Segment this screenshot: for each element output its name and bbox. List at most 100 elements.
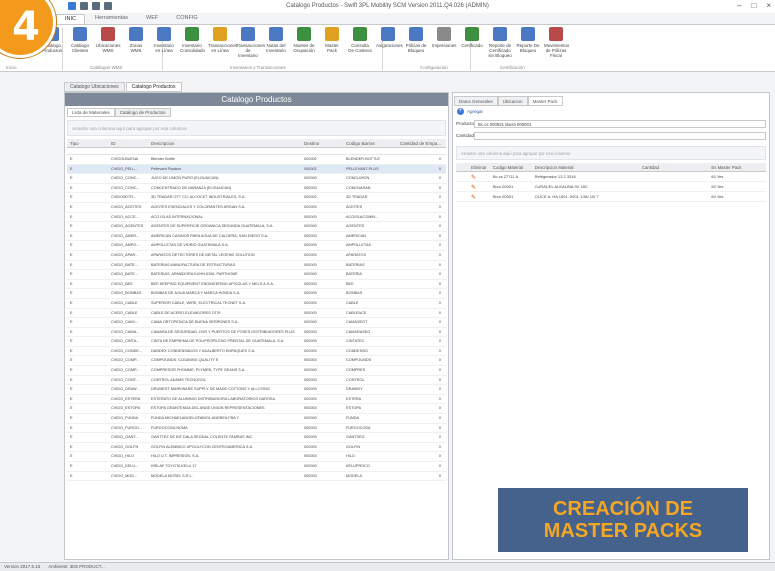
column-header-cantidad[interactable]: Cantidad de Empa...: [389, 139, 444, 147]
table-row[interactable]: E CVIDO_PELL... Pellevant Plusbox 000002 PEL…: [67, 164, 446, 175]
group-by-hint[interactable]: Arrastre una columna aquí para agrupar p…: [67, 120, 446, 136]
table-row[interactable]: E CVIDO_GOLFN GOLFIN ALEMBICO UPGOLYCON CE…: [67, 443, 446, 453]
table-row[interactable]: E CVIDO_DRAW... DRUMEST MARKWARE SUPPLY DE…: [67, 385, 446, 395]
table-row[interactable]: E CVIDO_ACCE... ACO ISLAS INTERNACIONAL 000…: [67, 213, 446, 223]
ribbon-button[interactable]: Reporte de Certificado sin Bloqueo: [488, 27, 512, 63]
grid-filter-row[interactable]: [67, 148, 446, 155]
edit-pencil-icon[interactable]: ✎: [468, 182, 490, 191]
ribbon-button[interactable]: Pólizas de Bloqueo: [404, 27, 428, 63]
table-row[interactable]: E CVIDO_CONDE... DANDEX CONDENSADOS Y ADAL…: [67, 347, 446, 357]
ribbon-button[interactable]: Transacciones de Inventario: [236, 27, 265, 63]
edit-pencil-icon[interactable]: ✎: [468, 192, 490, 201]
table-row[interactable]: E CVIDO_CONT... CONTROL ADAMS TECNOGOL 0000…: [67, 376, 446, 386]
table-row[interactable]: E CVIDO_HILO HILO U.T. IMPRESION, S.A. 0000…: [67, 452, 446, 462]
doc-tab-catalogo-productos[interactable]: Catalogo Productos: [125, 82, 182, 92]
column-header-destino[interactable]: Destino: [301, 139, 343, 147]
table-row[interactable]: E CVIDO_CABLE CABLE DE ACERO ELEVADORES OT…: [67, 309, 446, 319]
ribbon-tab-config[interactable]: CONFIG: [168, 14, 205, 24]
column-header-codigo-material[interactable]: Codigo Material: [490, 163, 532, 171]
minimize-button[interactable]: –: [737, 1, 741, 10]
ribbon-button[interactable]: Inventario en Línea: [152, 27, 176, 63]
table-row[interactable]: E CVIDO_CAMA... CAMARA DE SEGURIDAD, DVR Y…: [67, 328, 446, 338]
ribbon-button[interactable]: Consulta De Costeos: [348, 27, 372, 63]
producto-select[interactable]: Bc.cs 000921 Barra 000001: [474, 119, 766, 128]
table-row[interactable]: E CVIDO_CINTA... CINTA DE EMPREMA DE POLIP…: [67, 337, 446, 347]
ribbon-button[interactable]: Zonas WMS: [124, 27, 148, 63]
table-row[interactable]: E CVIDO_AMER... AMERICAN CASINOS PARA AGUA…: [67, 232, 446, 242]
tab-ubicacion[interactable]: Ubicacion: [497, 96, 528, 106]
column-header-descripcion[interactable]: Descripcion: [148, 139, 301, 147]
table-cell-cod: DRAWDY: [346, 387, 363, 392]
table-row[interactable]: E CVIDO_AGENTES AGENTES DE SUPERFICIE ORGA…: [67, 222, 446, 232]
table-row[interactable]: E CVIDO_ESTOPA ESTOPA GRANTENDA DEL ANDE U…: [67, 404, 446, 415]
ribbon-button[interactable]: Asignaciones: [376, 27, 403, 63]
column-header-descripcion-material[interactable]: Descripcion Material: [532, 163, 639, 171]
table-row[interactable]: E CVIDO_ACEITES ACEITES ESENCIALES Y COLOR…: [67, 203, 446, 213]
cantidad-input[interactable]: [474, 131, 766, 140]
tab-lista-materiales[interactable]: Lista de Materiales: [67, 108, 115, 117]
table-row[interactable]: E CVIDO_KELU... KRILAF TOYOTA KELU 17 00000…: [67, 462, 446, 472]
column-header-codigo-barras[interactable]: Codigo Barras: [343, 139, 389, 147]
table-row[interactable]: E CVIDO_BEE BEE KEEPING EQUIPMENT ENGINEER…: [67, 280, 446, 290]
table-row[interactable]: E CVIDO_MOD... MODELA MOSEL S.R.L. 000003 MO…: [67, 472, 446, 482]
table-cell-cod: GOLFIN: [346, 444, 361, 449]
table-row[interactable]: E CVIDO_FURGO... FURGOCOSA NOMA 000003 FURGO…: [67, 424, 446, 434]
table-cell-id: CVIDO_FURGO...: [111, 425, 143, 430]
close-button[interactable]: ×: [766, 1, 771, 10]
table-cell-cod: HILO: [346, 454, 355, 459]
table-row[interactable]: E CVIDO_BATE... BATERIAS, ARMADORA KUHN AS…: [67, 270, 446, 280]
ribbon-button[interactable]: Master Pack: [320, 27, 344, 63]
table-row[interactable]: E CVIDO_CONC... JUGO DE LIMON PURO (ELGUAI…: [67, 174, 446, 184]
maximize-button[interactable]: □: [751, 1, 756, 10]
table-row[interactable]: E CVIDO_FUNDA FUNDA MICHAELANGELOFABIOL AN…: [67, 414, 446, 424]
column-header-tipo[interactable]: Tipo: [67, 139, 108, 147]
table-row[interactable]: ✎ Bc.cs 27711 A Refrigerador 13.2 3316 60 Y…: [456, 172, 766, 182]
table-cell-id: CVIDO_CABLE: [111, 310, 138, 315]
edit-pencil-icon[interactable]: ✎: [468, 172, 490, 181]
table-cell-tipo: E: [70, 339, 73, 344]
table-row[interactable]: E CVIDO3DTR... 3D TRADAR OTT CO, ALCOCKT I…: [67, 193, 446, 203]
table-cell-tipo: E: [70, 310, 73, 315]
table-row[interactable]: E CVIDO_BOMBAS BOMBAS DE AGUA MARCA Y MARC…: [67, 289, 446, 299]
table-row[interactable]: ✎ Brco 00001 OLICE A, HA 1501, 0001 1.5lt/…: [456, 192, 766, 202]
table-cell-tipo: E: [70, 425, 73, 430]
ribbon-tab-herramientas[interactable]: Herramientas: [87, 14, 136, 24]
window-title: Catalogo Productos - Swift 3PL Mobility …: [286, 3, 489, 9]
table-row[interactable]: E CVIDO_APAR... APARATOS DETECTORES DE MET…: [67, 251, 446, 261]
tab-catalogo-productos[interactable]: Catalogo de Productos: [114, 108, 171, 117]
ribbon-button[interactable]: Reporte De Bloqueo: [516, 27, 540, 63]
table-row[interactable]: E CVIDO_BATE... BATERIAS MANUFACTURA DE ES…: [67, 261, 446, 271]
doc-tab-catalogo-ubicaciones[interactable]: Catalogo Ubicaciones: [64, 82, 125, 92]
table-row[interactable]: ✎ Brco 00001 CURACEL ALKALINA 9V 18C 60 Yes: [456, 182, 766, 192]
table-row[interactable]: E CVIDOLBUENA Blender Bottle 000002 BLENDER-…: [67, 155, 446, 165]
tab-master-pack[interactable]: Master Pack: [527, 96, 563, 106]
table-row[interactable]: E CVIDO_GANT... GANTTEZ DE BIT DALA SEGDAL…: [67, 433, 446, 443]
ribbon-button[interactable]: Certificado: [460, 27, 484, 63]
ribbon-button[interactable]: Impresiones: [432, 27, 457, 63]
table-row[interactable]: E CVIDO_ESTERA ESTERATO DE ALUMINIO DISTRI…: [67, 395, 446, 405]
table-row[interactable]: E CVIDO_COMP... COMPOUNDS, CLEANING QUALIT…: [67, 356, 446, 367]
table-row[interactable]: E CVIDO_COMP... COMPRESOR FHOMME, PLYMEB, …: [67, 366, 446, 376]
ribbon-button[interactable]: Notas del Inventario: [264, 27, 288, 63]
table-cell-dest: 000003: [304, 464, 317, 468]
column-header-id[interactable]: ID: [108, 139, 148, 147]
column-header-eliminar[interactable]: Eliminar: [468, 163, 490, 171]
table-row[interactable]: E CVIDO_CABLE SUPERIOR CABLE, WIRE, ELECTR…: [67, 299, 446, 309]
ribbon-button[interactable]: Movimientos de Pólizas Fiscal: [544, 27, 569, 63]
ribbon-button[interactable]: Catálogo Clientes: [68, 27, 92, 63]
table-cell-id: CVIDO_COMP...: [111, 368, 140, 373]
column-header-es-master-pack[interactable]: Es Master Pack: [708, 163, 766, 171]
ribbon-button[interactable]: Transacciones en Línea: [208, 27, 237, 63]
table-row[interactable]: E CVIDO_AMPO... AMPOLLETAS DE VIDRIO GUATE…: [67, 241, 446, 251]
ribbon-tab-inic[interactable]: INIC: [56, 14, 85, 24]
tab-datos-generales[interactable]: Datos Generales: [454, 96, 498, 106]
table-row[interactable]: E CVIDO_CAMI... CAMA ORTOPEDICA DE BUENA S…: [67, 318, 446, 328]
group-by-hint[interactable]: Arrastre una columna aquí para agrupar p…: [456, 146, 766, 160]
ribbon-button[interactable]: Inventario Consolidado: [180, 27, 205, 63]
table-row[interactable]: E CVIDO_CONC... CONCENTRADO DE NARANJA (EL…: [67, 184, 446, 194]
column-header-cantidad[interactable]: Cantidad: [639, 163, 709, 171]
add-button[interactable]: + Agregar: [453, 106, 769, 116]
ribbon-tab-wef[interactable]: WEF: [138, 14, 166, 24]
ribbon-button[interactable]: Niveles de Ocupación: [292, 27, 316, 63]
ribbon-button[interactable]: Ubicaciones WMS: [96, 27, 121, 63]
